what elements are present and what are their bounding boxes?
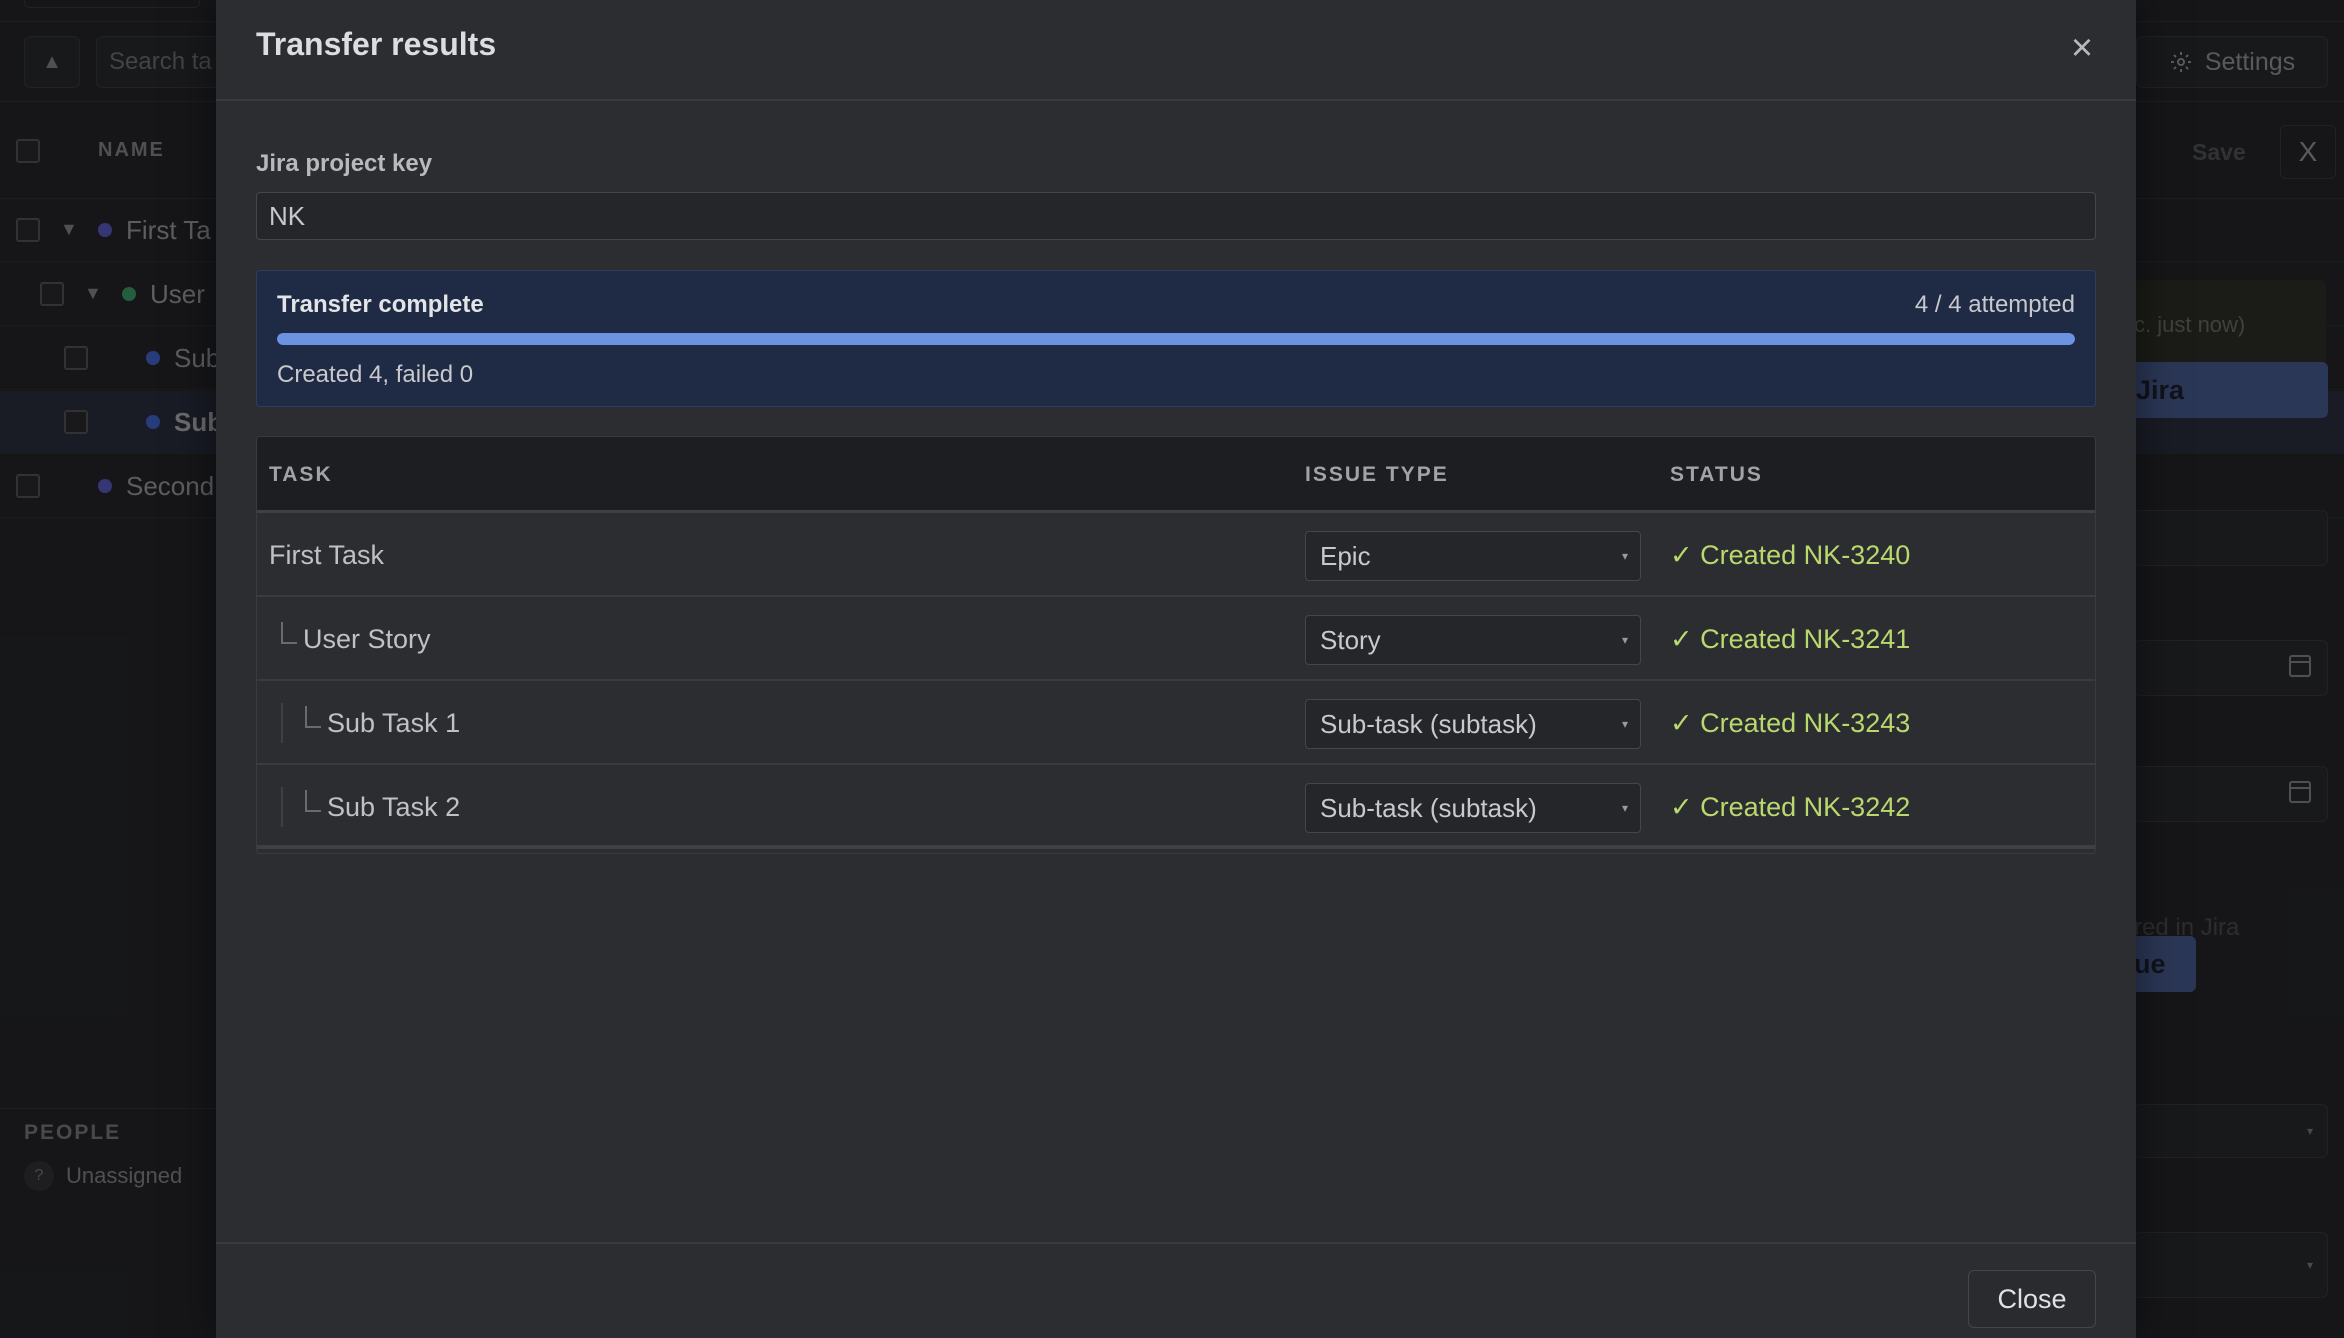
progress-title: Transfer complete [277, 291, 484, 318]
table-row: Sub Task 1 Sub-task (subtask) ▾ ✓ Create… [257, 681, 2095, 765]
project-key-label: Jira project key [256, 150, 433, 177]
modal-title: Transfer results [256, 26, 497, 62]
status-column-header: STATUS [1670, 463, 1763, 486]
progress-summary: Created 4, failed 0 [277, 361, 474, 388]
modal-header: Transfer results × [216, 0, 2136, 101]
close-icon[interactable]: × [2062, 28, 2102, 68]
chevron-down-icon: ▾ [1621, 633, 1628, 647]
task-name: Sub Task 2 [327, 791, 461, 822]
table-row: First Task Epic ▾ ✓ Created NK-3240 [257, 513, 2095, 597]
issue-type-value: Epic [1320, 540, 1371, 571]
table-row: User Story Story ▾ ✓ Created NK-3241 [257, 597, 2095, 681]
modal-footer: Close [216, 1242, 2136, 1338]
results-table: TASK ISSUE TYPE STATUS First Task Epic ▾… [256, 436, 2096, 854]
status-cell: ✓ Created NK-3241 [1670, 623, 1911, 654]
chevron-down-icon: ▾ [1621, 717, 1628, 731]
status-cell: ✓ Created NK-3243 [1670, 707, 1911, 738]
issue-type-value: Sub-task (subtask) [1320, 708, 1537, 739]
close-button[interactable]: Close [1968, 1270, 2096, 1328]
task-cell: Sub Task 2 [269, 765, 460, 849]
task-cell: User Story [281, 597, 431, 681]
tree-branch-icon [305, 790, 321, 812]
issue-type-select[interactable]: Sub-task (subtask) ▾ [1305, 699, 1641, 749]
progress-bar-fill [277, 333, 2075, 345]
progress-bar [277, 333, 2075, 345]
tree-guide-line [281, 703, 283, 743]
issue-type-value: Sub-task (subtask) [1320, 792, 1537, 823]
issue-type-value: Story [1320, 624, 1381, 655]
progress-attempted: 4 / 4 attempted [1914, 291, 2075, 318]
issue-type-select[interactable]: Epic ▾ [1305, 531, 1641, 581]
task-cell: First Task [269, 513, 384, 597]
issue-type-column-header: ISSUE TYPE [1305, 463, 1449, 486]
tree-branch-icon [305, 706, 321, 728]
chevron-down-icon: ▾ [1621, 801, 1628, 815]
transfer-progress-card: Transfer complete 4 / 4 attempted Create… [256, 270, 2096, 407]
status-cell: ✓ Created NK-3242 [1670, 791, 1911, 822]
task-name: Sub Task 1 [327, 707, 461, 738]
tree-guide-line [281, 787, 283, 827]
results-table-header: TASK ISSUE TYPE STATUS [257, 437, 2095, 513]
task-cell: Sub Task 1 [269, 681, 460, 765]
table-row: Sub Task 2 Sub-task (subtask) ▾ ✓ Create… [257, 765, 2095, 849]
issue-type-select[interactable]: Sub-task (subtask) ▾ [1305, 783, 1641, 833]
task-name: User Story [303, 623, 431, 654]
transfer-results-modal: Transfer results × Jira project key Tran… [216, 0, 2136, 1338]
status-cell: ✓ Created NK-3240 [1670, 539, 1911, 570]
tree-branch-icon [281, 622, 297, 644]
task-name: First Task [269, 539, 385, 570]
task-column-header: TASK [269, 463, 333, 486]
issue-type-select[interactable]: Story ▾ [1305, 615, 1641, 665]
project-key-input[interactable] [256, 192, 2096, 240]
chevron-down-icon: ▾ [1621, 549, 1628, 563]
